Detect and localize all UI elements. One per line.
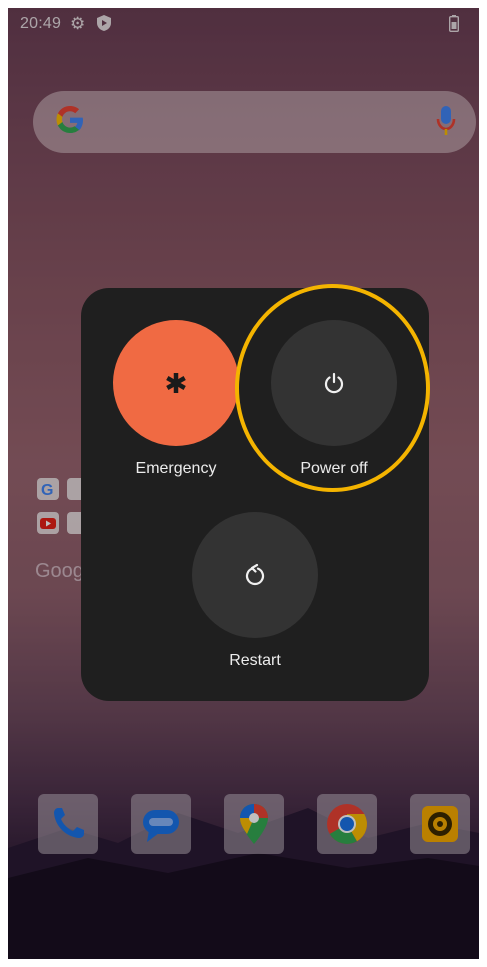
emergency-button[interactable]: Emergency <box>106 320 246 495</box>
restart-circle <box>192 512 318 638</box>
restart-icon <box>245 563 265 586</box>
highlight-ring <box>235 284 430 492</box>
asterisk-icon <box>166 373 186 393</box>
restart-label: Restart <box>229 652 281 669</box>
restart-button[interactable]: Restart <box>185 512 325 687</box>
phone-screen: 20:49 ⚙ G Goog Emergency Power off Resta… <box>8 8 479 959</box>
emergency-circle <box>113 320 239 446</box>
emergency-label: Emergency <box>135 460 217 477</box>
